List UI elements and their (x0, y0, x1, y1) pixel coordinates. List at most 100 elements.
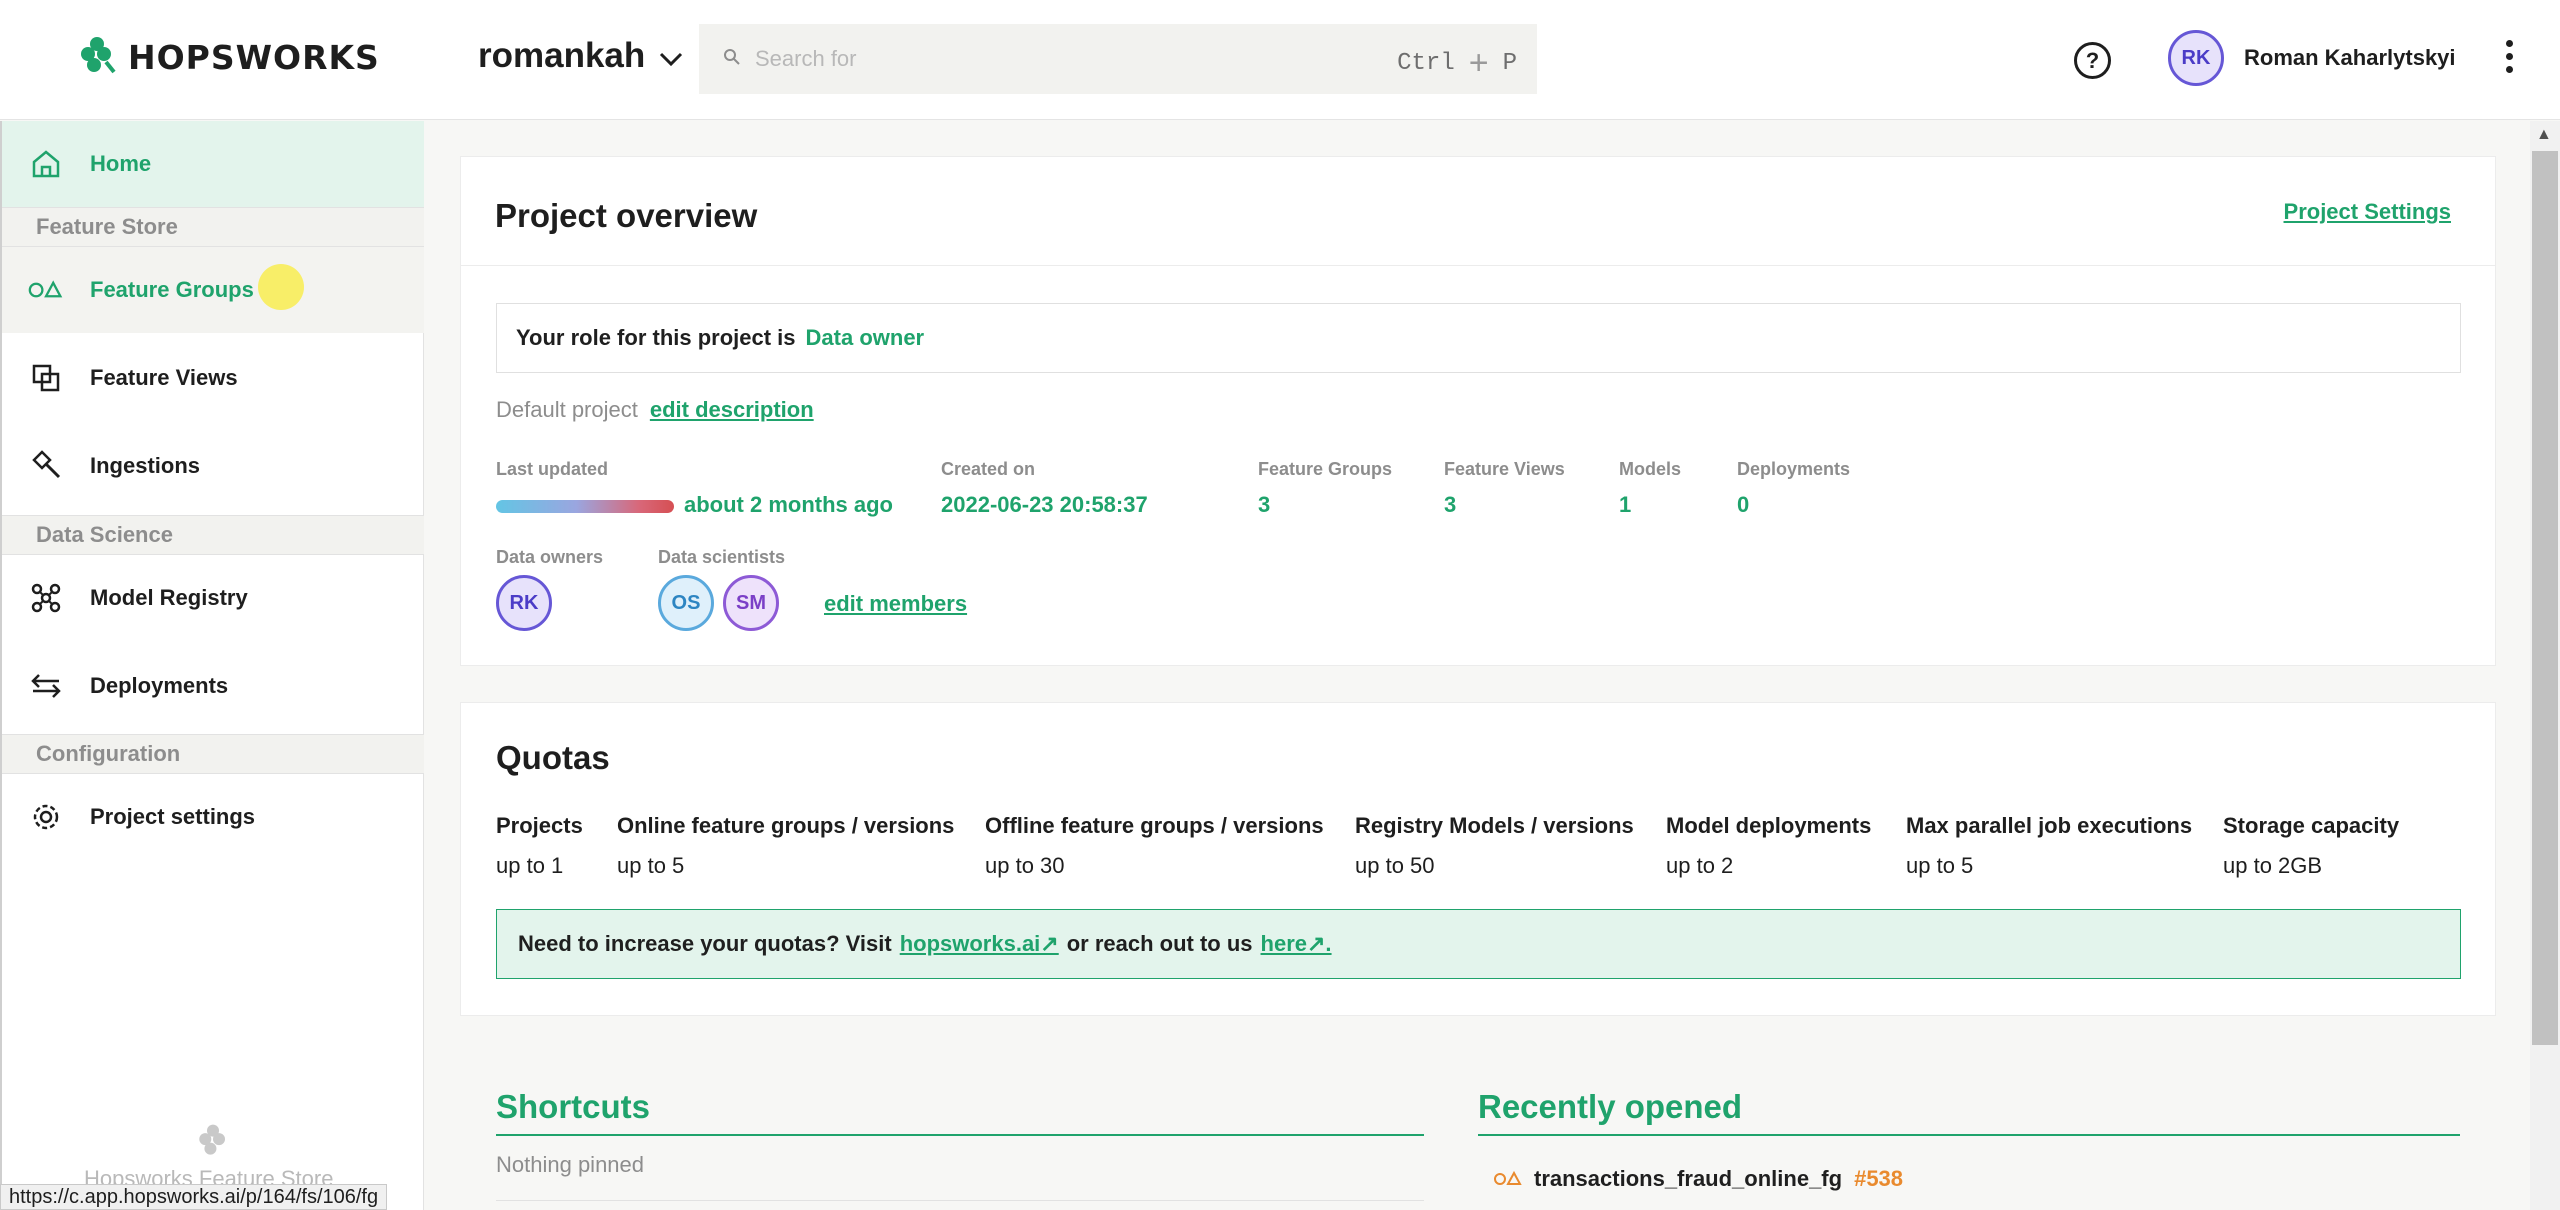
data-scientists-label: Data scientists (658, 547, 786, 567)
search-placeholder: Search for (755, 46, 857, 71)
shortcuts-underline (496, 1134, 1424, 1136)
graph-nodes-icon (28, 580, 64, 616)
stat-value: 3 (1258, 492, 1271, 517)
stat-last-updated: Last updated about 2 months ago (496, 459, 893, 518)
stat-feature-views[interactable]: Feature Views 3 (1444, 459, 1565, 518)
quota-item: Projects up to 1 (496, 813, 583, 879)
project-description: Default project (496, 397, 638, 422)
role-prefix: Your role for this project is (516, 325, 796, 350)
quota-label: Max parallel job executions (1906, 813, 2193, 838)
sidebar-item-model-registry[interactable]: Model Registry (2, 555, 424, 641)
contact-link[interactable]: here↗. (1261, 931, 1332, 957)
hopsworks-logo[interactable]: HOPSWORKS (76, 34, 380, 81)
quota-value: up to 2GB (2223, 853, 2323, 878)
shortcuts-title: Shortcuts (496, 1088, 651, 1125)
quota-item: Max parallel job executions up to 5 (1906, 813, 2192, 879)
sidebar-item-label: Ingestions (90, 453, 201, 478)
scroll-up-arrow-icon[interactable]: ▲ (2536, 126, 2552, 144)
stat-label: Feature Groups (1258, 459, 1393, 479)
recent-item[interactable]: transactions_fraud_online_fg #538 (1494, 1166, 1903, 1192)
section-configuration: Configuration (2, 734, 424, 774)
cursor-highlight (258, 264, 304, 310)
quota-value: up to 5 (1906, 853, 1974, 878)
stat-value: 2022-06-23 20:58:37 (941, 492, 1148, 517)
stat-value: 0 (1737, 492, 1750, 517)
shortcut-plus: + (1468, 44, 1489, 82)
recent-title: Recently opened (1478, 1088, 1743, 1125)
quota-value: up to 30 (985, 853, 1065, 878)
sidebar-item-home[interactable]: Home (2, 121, 424, 207)
search-icon (723, 48, 741, 71)
stat-value: 3 (1444, 492, 1457, 517)
status-bar-url: https://c.app.hopsworks.ai/p/164/fs/106/… (0, 1184, 388, 1210)
stat-label: Models (1619, 459, 1682, 479)
stat-label: Deployments (1737, 459, 1851, 479)
edit-description-link[interactable]: edit description (650, 397, 814, 423)
sidebar-item-deployments[interactable]: Deployments (2, 643, 424, 729)
scrollbar-thumb[interactable] (2532, 151, 2558, 1045)
avatar: RK (2168, 30, 2224, 86)
quota-label: Model deployments (1666, 813, 1872, 838)
user-name: Roman Kaharlytskyi (2244, 45, 2456, 70)
sidebar-item-label: Project settings (90, 804, 256, 829)
circle-triangle-icon (1494, 1166, 1522, 1192)
quota-item: Online feature groups / versions up to 5 (617, 813, 954, 879)
avatar-owner[interactable]: RK (496, 575, 552, 631)
shortcuts-empty: Nothing pinned (496, 1152, 645, 1177)
project-name: romankah (478, 36, 646, 75)
divider (461, 265, 2495, 266)
stat-value: 1 (1619, 492, 1632, 517)
sidebar-item-feature-views[interactable]: Feature Views (2, 335, 424, 421)
recent-item-name: transactions_fraud_online_fg (1534, 1166, 1843, 1191)
help-circle-icon[interactable]: ? (2074, 42, 2111, 79)
quotas-title: Quotas (496, 739, 610, 776)
project-overview-card: Project overview Project Settings Your r… (460, 156, 2496, 666)
gear-icon (28, 799, 64, 835)
sidebar-item-project-settings[interactable]: Project settings (2, 774, 424, 860)
sidebar-item-label: Feature Groups (90, 277, 254, 302)
stat-feature-groups[interactable]: Feature Groups 3 (1258, 459, 1392, 518)
user-menu[interactable]: RK Roman Kaharlytskyi (2168, 30, 2456, 86)
sidebar-item-label: Model Registry (90, 585, 248, 610)
edit-members-link[interactable]: edit members (824, 591, 967, 617)
quota-label: Registry Models / versions (1355, 813, 1634, 838)
hammer-icon (28, 448, 64, 484)
stat-label: Last updated (496, 459, 609, 479)
sidebar: Home Feature Store Feature Groups Featur… (0, 121, 424, 1210)
stat-deployments[interactable]: Deployments 0 (1737, 459, 1850, 518)
quota-value: up to 1 (496, 853, 564, 878)
overlap-squares-icon (28, 360, 64, 396)
data-owners-label: Data owners (496, 547, 604, 567)
section-feature-store: Feature Store (2, 207, 424, 247)
role-box: Your role for this project is Data owner (496, 303, 2461, 373)
stat-models[interactable]: Models 1 (1619, 459, 1681, 518)
avatar-scientist[interactable]: OS (658, 575, 714, 631)
hopsworks-link[interactable]: hopsworks.ai↗ (900, 931, 1059, 957)
section-data-science: Data Science (2, 515, 424, 555)
top-header: HOPSWORKS romankah Search for Ctrl + P ?… (0, 0, 2560, 120)
sidebar-item-ingestions[interactable]: Ingestions (2, 423, 424, 509)
stat-value: about 2 months ago (684, 492, 893, 517)
chevron-down-icon (659, 36, 683, 76)
activity-gradient-bar (496, 499, 674, 513)
quota-item: Model deployments up to 2 (1666, 813, 1871, 879)
role-value: Data owner (805, 325, 925, 350)
sidebar-item-label: Feature Views (90, 365, 238, 390)
page-title: Project overview (495, 197, 758, 234)
shortcut-ctrl: Ctrl (1397, 50, 1455, 77)
project-selector[interactable]: romankah (478, 36, 683, 76)
quota-label: Storage capacity (2223, 813, 2400, 838)
sidebar-item-label: Home (90, 151, 152, 176)
avatar-scientist[interactable]: SM (723, 575, 779, 631)
stat-created-on: Created on 2022-06-23 20:58:37 (941, 459, 1148, 518)
divider (496, 1200, 1424, 1201)
footer-hop-cone-icon (195, 1122, 231, 1163)
sidebar-item-label: Deployments (90, 673, 229, 698)
search-input[interactable]: Search for Ctrl + P (699, 24, 1537, 94)
kebab-menu-icon[interactable] (2506, 40, 2513, 73)
project-settings-link[interactable]: Project Settings (2284, 199, 2451, 225)
recent-item-id: #538 (1854, 1166, 1904, 1191)
quotas-card: Quotas Projects up to 1 Online feature g… (460, 702, 2496, 1016)
quota-label: Online feature groups / versions (617, 813, 955, 838)
sidebar-item-feature-groups[interactable]: Feature Groups (2, 247, 424, 333)
